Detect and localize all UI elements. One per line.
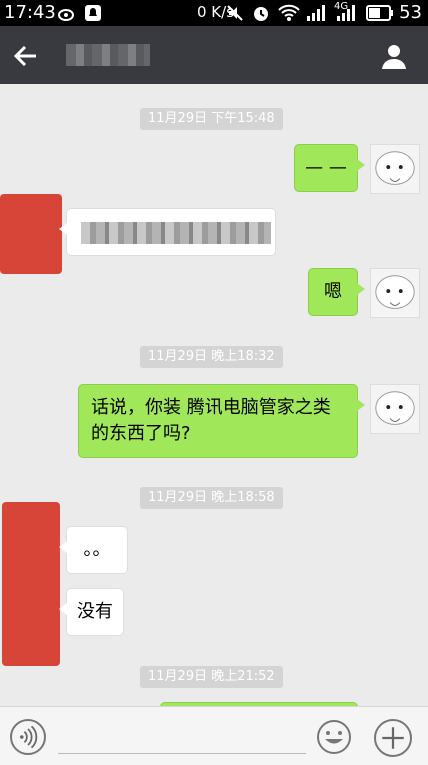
- contact-avatar[interactable]: [0, 194, 62, 274]
- timestamp: 11月29日 下午15:48: [140, 108, 283, 130]
- clock: 17:43: [4, 2, 56, 23]
- received-message[interactable]: 。。: [59, 526, 128, 574]
- timestamp: 11月29日 晚上18:58: [140, 487, 283, 509]
- received-message[interactable]: 没有: [59, 588, 124, 636]
- signal-icon-2: [337, 5, 355, 21]
- wifi-icon: [278, 4, 300, 21]
- back-arrow-icon[interactable]: [12, 42, 40, 70]
- title-bar: [0, 26, 428, 84]
- blurred-text: [81, 222, 271, 244]
- plus-icon[interactable]: [374, 719, 412, 757]
- sent-message[interactable]: 嗯: [308, 268, 365, 316]
- message-input[interactable]: [58, 753, 306, 754]
- sent-message[interactable]: — —: [294, 144, 365, 192]
- status-bar: 17:43 0 K/s 4G 53: [0, 0, 428, 26]
- emoji-icon[interactable]: [316, 719, 352, 755]
- battery-level: 53: [399, 2, 422, 23]
- sent-message[interactable]: 话说，你装 腾讯电脑管家之类的东西了吗?: [78, 384, 365, 458]
- mute-icon: [227, 5, 243, 21]
- timestamp: 11月29日 晚上18:32: [140, 346, 283, 368]
- battery-icon: [366, 5, 393, 21]
- contact-name-blurred: [66, 44, 150, 66]
- alarm-icon: [254, 7, 268, 21]
- weibo-icon: [58, 9, 74, 21]
- notification-icon: [85, 5, 101, 21]
- input-bar: [0, 706, 428, 765]
- voice-icon[interactable]: [10, 719, 46, 755]
- my-avatar[interactable]: [370, 144, 420, 194]
- received-message-blurred[interactable]: [59, 208, 276, 256]
- timestamp: 11月29日 晚上21:52: [140, 666, 283, 688]
- contact-avatar[interactable]: [2, 502, 60, 666]
- profile-icon[interactable]: [380, 42, 408, 70]
- signal-icon: [307, 5, 325, 21]
- my-avatar[interactable]: [370, 268, 420, 318]
- my-avatar[interactable]: [370, 384, 420, 434]
- chat-area[interactable]: 11月29日 下午15:48 — — 嗯 11月29日 晚上18:32 话说，你…: [0, 84, 428, 706]
